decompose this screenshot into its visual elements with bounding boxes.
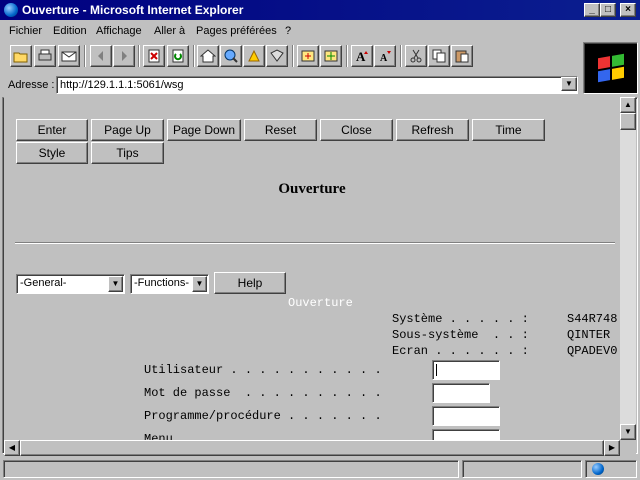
minimize-button[interactable]: _ [584,3,600,17]
page-content: Enter Page Up Page Down Reset Close Refr… [4,97,620,440]
style-button[interactable]: Style [16,142,88,164]
back-icon[interactable] [90,45,112,67]
menu-label: Menu [144,432,173,440]
menu-pages-preferees[interactable]: Pages préférées [196,25,277,37]
channels-icon[interactable] [297,45,319,67]
general-select[interactable]: -General- ▼ [16,274,125,294]
menu-affichage[interactable]: Affichage [96,25,142,37]
address-bar: Adresse : http://129.1.1.1:5061/wsg ▼ [0,74,582,96]
print-icon[interactable] [34,45,56,67]
svg-text:A: A [356,49,366,63]
menu-aller-a[interactable]: Aller à [154,25,185,37]
paste-icon[interactable] [451,45,473,67]
address-input[interactable]: http://129.1.1.1:5061/wsg ▼ [56,76,578,94]
system-label: Système . . . . . : [392,312,529,326]
system-value: S44R748 [567,312,618,326]
display-value: QPADEV0 [567,344,618,358]
password-field[interactable] [432,383,490,403]
scroll-up-icon[interactable]: ▲ [620,97,636,113]
toolbar-separator [193,45,195,67]
status-zone-pane [585,460,637,478]
chevron-down-icon[interactable]: ▼ [561,77,577,91]
address-label: Adresse : [8,79,55,91]
functions-select-value: -Functions- [134,277,190,289]
toolbar-separator [138,45,140,67]
general-select-value: -General- [20,277,67,289]
toolbar-separator [84,45,86,67]
text-cursor [436,364,437,376]
menu-edition[interactable]: Edition [53,25,87,37]
scroll-down-icon[interactable]: ▼ [620,424,636,440]
maximize-button[interactable]: □ [600,3,616,17]
program-label: Programme/procédure . . . . . . . [144,409,382,423]
scroll-thumb[interactable] [620,113,636,130]
menu-help[interactable]: ? [285,25,291,37]
page-heading: Ouverture [278,181,346,197]
toolbar: A A [0,42,578,72]
menu-bar: Fichier Edition Affichage Aller à Pages … [0,21,640,41]
display-label: Ecran . . . . . . : [392,344,529,358]
functions-select[interactable]: -Functions- ▼ [130,274,209,294]
copy-icon[interactable] [428,45,450,67]
subsystem-value: QINTER [567,328,611,342]
reset-button[interactable]: Reset [244,119,317,141]
open-folder-icon[interactable] [10,45,32,67]
close-page-button[interactable]: Close [320,119,393,141]
svg-text:A: A [380,53,388,63]
menu-fichier[interactable]: Fichier [9,25,42,37]
favorites-icon[interactable] [243,45,265,67]
chevron-down-icon[interactable]: ▼ [192,276,207,292]
forward-icon[interactable] [113,45,135,67]
status-bar [0,458,640,480]
toolbar-separator [400,45,402,67]
divider [15,242,615,244]
cut-icon[interactable] [405,45,427,67]
menu-field[interactable] [432,429,500,440]
status-progress-pane [462,460,582,478]
font-smaller-icon[interactable]: A [374,45,396,67]
page-up-button[interactable]: Page Up [91,119,164,141]
tips-button[interactable]: Tips [91,142,164,164]
user-label: Utilisateur . . . . . . . . . . . [144,363,382,377]
toolbar-separator [292,45,294,67]
time-button[interactable]: Time [472,119,545,141]
password-label: Mot de passe . . . . . . . . . . [144,386,382,400]
favorites-add-icon[interactable] [320,45,342,67]
program-field[interactable] [432,406,500,426]
enter-button[interactable]: Enter [16,119,88,141]
refresh-button[interactable]: Refresh [396,119,469,141]
user-field[interactable] [432,360,500,380]
search-icon[interactable] [220,45,242,67]
history-icon[interactable] [266,45,288,67]
toolbar-separator [346,45,348,67]
font-larger-icon[interactable]: A [351,45,373,67]
chevron-down-icon[interactable]: ▼ [108,276,123,292]
windows-logo [583,42,638,94]
home-icon[interactable] [197,45,219,67]
windows-flag-icon [597,53,624,83]
help-button[interactable]: Help [214,272,286,294]
scroll-corner [620,440,636,456]
address-url: http://129.1.1.1:5061/wsg [60,79,184,91]
screen-title: Ouverture [288,296,353,310]
vertical-scrollbar[interactable]: ▲ ▼ [620,97,636,440]
mail-icon[interactable] [58,45,80,67]
scroll-right-icon[interactable]: ▶ [604,440,620,456]
horizontal-scrollbar[interactable]: ◀ ▶ [4,440,620,456]
internet-explorer-icon [4,3,18,17]
page-down-button[interactable]: Page Down [167,119,241,141]
title-bar[interactable]: Ouverture - Microsoft Internet Explorer … [0,0,640,20]
scroll-left-icon[interactable]: ◀ [4,440,20,456]
window-title: Ouverture - Microsoft Internet Explorer [22,3,244,17]
internet-zone-icon [592,463,604,475]
scroll-thumb-horizontal[interactable] [20,440,604,456]
subsystem-label: Sous-système . . : [392,328,529,342]
status-text-pane [3,460,459,478]
refresh-icon[interactable] [167,45,189,67]
stop-icon[interactable] [143,45,165,67]
close-button[interactable]: × [620,3,636,17]
